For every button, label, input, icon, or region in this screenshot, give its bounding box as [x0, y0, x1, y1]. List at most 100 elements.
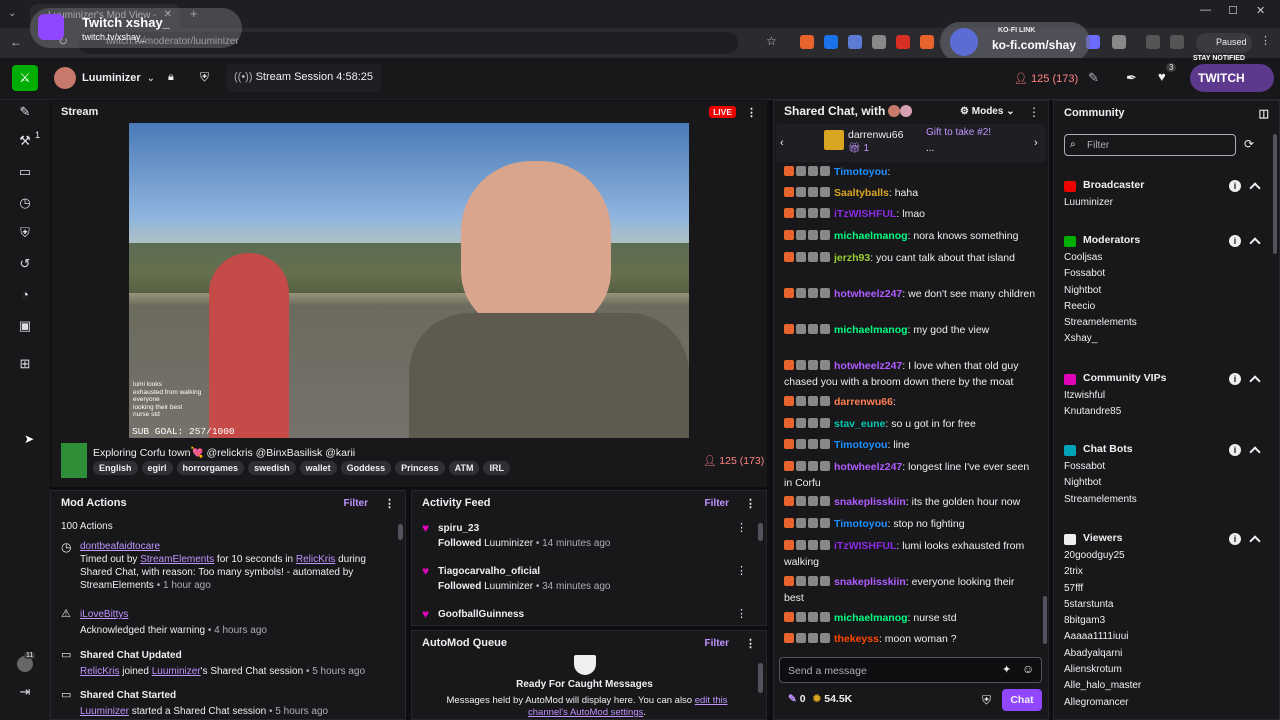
- refresh-icon[interactable]: ⟳: [1244, 137, 1254, 151]
- tag[interactable]: Goddess: [340, 461, 392, 475]
- stream-category-art[interactable]: [61, 443, 87, 478]
- chat-username[interactable]: michaelmanog: [834, 230, 908, 242]
- chat-message[interactable]: thekeyss: moon woman ?: [784, 631, 1036, 647]
- chat-message[interactable]: hotwheelz247: I love when that old guy c…: [784, 358, 1036, 390]
- chevron-right-icon[interactable]: ›: [1034, 137, 1038, 149]
- lock-icon[interactable]: 🔒︎: [168, 71, 174, 84]
- filter-button[interactable]: Filter: [705, 638, 729, 649]
- channel-points[interactable]: ✎ 0 ✹ 54.5K: [788, 693, 852, 705]
- more-options-icon[interactable]: ⋮: [736, 564, 747, 577]
- chat-username[interactable]: thekeyss: [834, 633, 879, 645]
- shield-icon[interactable]: ⛨: [200, 70, 209, 85]
- shield-icon[interactable]: ⛨: [17, 225, 33, 241]
- community-user[interactable]: Xshay_: [1064, 331, 1264, 347]
- filter-button[interactable]: Filter: [705, 498, 729, 509]
- video-player[interactable]: lumi looks exhausted from walking everyo…: [129, 123, 689, 438]
- chat-message[interactable]: Timotoyou: line: [784, 437, 1036, 453]
- extension-icon[interactable]: [800, 35, 814, 49]
- community-user[interactable]: Abadyalqarni: [1064, 646, 1264, 662]
- chat-message[interactable]: Timotoyou:: [784, 164, 1036, 180]
- chat-message[interactable]: michaelmanog: nurse std: [784, 610, 1036, 626]
- chat-username[interactable]: snakeplisskiin: [834, 576, 906, 588]
- more-options-icon[interactable]: ⋮: [384, 497, 395, 510]
- chat-username[interactable]: iTzWISHFUL: [834, 540, 896, 552]
- community-user[interactable]: Alle_halo_master: [1064, 678, 1264, 694]
- extension-icon[interactable]: [824, 35, 838, 49]
- emote-picker-icon[interactable]: ✦: [1002, 663, 1011, 676]
- download-icon[interactable]: [1146, 35, 1160, 49]
- community-user[interactable]: Allegromancer: [1064, 695, 1264, 711]
- tab-list-icon[interactable]: ⌄: [8, 8, 16, 19]
- edit-icon[interactable]: ✎: [1088, 70, 1099, 86]
- scrollbar[interactable]: [1273, 134, 1277, 254]
- more-options-icon[interactable]: ⋮: [746, 106, 757, 119]
- heart-icon[interactable]: ♥: [1158, 69, 1166, 84]
- extension-icon[interactable]: [848, 35, 862, 49]
- filter-button[interactable]: Filter: [344, 498, 368, 509]
- chat-message[interactable]: hotwheelz247: we don't see many children: [784, 286, 1036, 302]
- chat-username[interactable]: Timotoyou: [834, 166, 887, 178]
- chat-message[interactable]: stav_eune: so u got in for free: [784, 416, 1036, 432]
- chat-username[interactable]: jerzh93: [834, 252, 870, 264]
- community-user[interactable]: 57fff: [1064, 581, 1264, 597]
- info-icon[interactable]: i: [1229, 444, 1241, 456]
- chat-message[interactable]: jerzh93: you cant talk about that island: [784, 250, 1036, 266]
- chat-message[interactable]: hotwheelz247: longest line I've ever see…: [784, 459, 1036, 491]
- message-icon[interactable]: ▣: [17, 318, 33, 334]
- bookmark-icon[interactable]: ☆: [766, 34, 777, 48]
- tag[interactable]: ATM: [448, 461, 480, 475]
- chat-username[interactable]: Timotoyou: [834, 439, 887, 451]
- scrollbar[interactable]: [758, 663, 763, 693]
- community-user[interactable]: Nightbot: [1064, 475, 1264, 491]
- username-link[interactable]: Luuminizer: [80, 706, 129, 717]
- window-close-icon[interactable]: ✕: [1256, 4, 1265, 17]
- extension-icon[interactable]: [896, 35, 910, 49]
- extension-icon[interactable]: [1112, 35, 1126, 49]
- community-user[interactable]: 2trix: [1064, 564, 1264, 580]
- info-icon[interactable]: i: [1229, 235, 1241, 247]
- chat-icon[interactable]: ▭: [17, 164, 33, 180]
- chat-username[interactable]: darrenwu66: [834, 396, 893, 408]
- scrollbar[interactable]: [398, 524, 403, 540]
- chat-username[interactable]: hotwheelz247: [834, 288, 902, 300]
- chat-username[interactable]: hotwheelz247: [834, 461, 902, 473]
- channel-link[interactable]: Luuminizer: [152, 666, 201, 677]
- chevron-left-icon[interactable]: ‹: [780, 137, 784, 149]
- community-user[interactable]: Streamelements: [1064, 315, 1264, 331]
- more-options-icon[interactable]: ⋮: [1028, 105, 1040, 119]
- more-options-icon[interactable]: ⋮: [736, 521, 747, 534]
- chat-message[interactable]: Saaltyballs: haha: [784, 185, 1036, 201]
- community-user[interactable]: Aaaaa1111iuui: [1064, 629, 1264, 645]
- chat-username[interactable]: hotwheelz247: [834, 360, 902, 372]
- chat-username[interactable]: michaelmanog: [834, 324, 908, 336]
- tag[interactable]: egirl: [141, 461, 173, 475]
- chat-message[interactable]: snakeplisskiin: its the golden hour now: [784, 494, 1036, 510]
- community-user[interactable]: Fossabot: [1064, 459, 1264, 475]
- community-user[interactable]: 5starstunta: [1064, 597, 1264, 613]
- info-icon[interactable]: i: [1229, 373, 1241, 385]
- chat-message[interactable]: snakeplisskiin: everyone looking their b…: [784, 574, 1036, 606]
- more-options-icon[interactable]: ⋮: [745, 497, 756, 510]
- community-user[interactable]: Itzwishful: [1064, 388, 1264, 404]
- collapse-panel-icon[interactable]: ◫: [1259, 107, 1269, 120]
- community-user[interactable]: Knutandre85: [1064, 404, 1264, 420]
- window-maximize-icon[interactable]: ☐: [1228, 4, 1238, 17]
- extension-icon[interactable]: [1170, 35, 1184, 49]
- tag[interactable]: swedish: [248, 461, 296, 475]
- community-user[interactable]: Nightbot: [1064, 283, 1264, 299]
- sword-icon[interactable]: ⚔: [12, 65, 38, 91]
- community-user[interactable]: 8bitgam3: [1064, 613, 1264, 629]
- extension-icon[interactable]: [920, 35, 934, 49]
- timer-icon[interactable]: ◔: [17, 287, 33, 303]
- chat-message[interactable]: iTzWISHFUL: lmao: [784, 206, 1036, 222]
- chat-username[interactable]: snakeplisskiin: [834, 496, 906, 508]
- window-minimize-icon[interactable]: —: [1200, 4, 1211, 16]
- profile-chip[interactable]: Paused: [1196, 33, 1252, 53]
- pen-icon[interactable]: ✒: [1126, 70, 1137, 86]
- moderation-tool-icon[interactable]: ⚒: [17, 133, 33, 149]
- chat-message[interactable]: darrenwu66:: [784, 394, 1036, 410]
- chat-username[interactable]: iTzWISHFUL: [834, 208, 896, 220]
- chat-message[interactable]: Timotoyou: stop no fighting: [784, 516, 1036, 532]
- chat-username[interactable]: stav_eune: [834, 418, 885, 430]
- info-icon[interactable]: i: [1229, 533, 1241, 545]
